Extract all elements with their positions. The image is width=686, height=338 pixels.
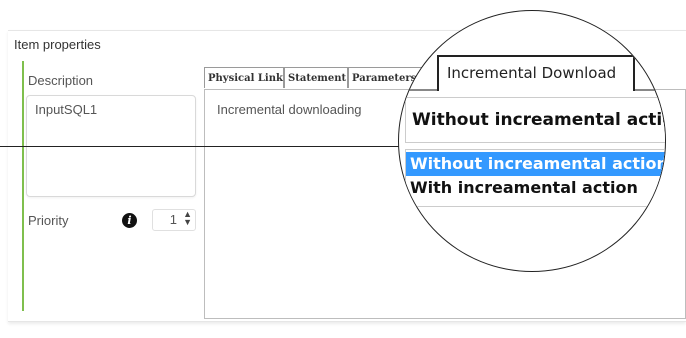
option-with-incremental[interactable]: With increamental action <box>406 176 665 200</box>
tab-statement[interactable]: Statement <box>284 67 348 88</box>
incremental-downloading-label: Incremental downloading <box>217 102 362 117</box>
tab-incremental-download[interactable]: Incremental Download <box>437 55 635 91</box>
priority-stepper[interactable]: 1 ▲ ▼ <box>152 209 196 231</box>
incremental-select-value: Without increamental action <box>412 110 666 130</box>
panel-title: Item properties <box>14 37 101 52</box>
magnifier-callout: Incremental Download Without increamenta… <box>398 10 666 272</box>
priority-label: Priority <box>28 213 69 228</box>
up-down-spinner-icon[interactable]: ▲ ▼ <box>183 210 192 227</box>
incremental-options-list: Without increamental action With incream… <box>405 149 665 207</box>
incremental-select[interactable]: Without increamental action <box>405 97 666 143</box>
description-label: Description <box>28 73 94 88</box>
magnifier-pointer-line <box>0 146 420 147</box>
info-icon[interactable]: i <box>122 213 137 228</box>
priority-value: 1 <box>169 212 177 227</box>
accent-bar <box>22 61 24 311</box>
option-without-incremental[interactable]: Without increamental action <box>406 152 665 176</box>
description-value: InputSQL1 <box>35 102 98 117</box>
tab-physical-link[interactable]: Physical Link <box>204 67 284 88</box>
